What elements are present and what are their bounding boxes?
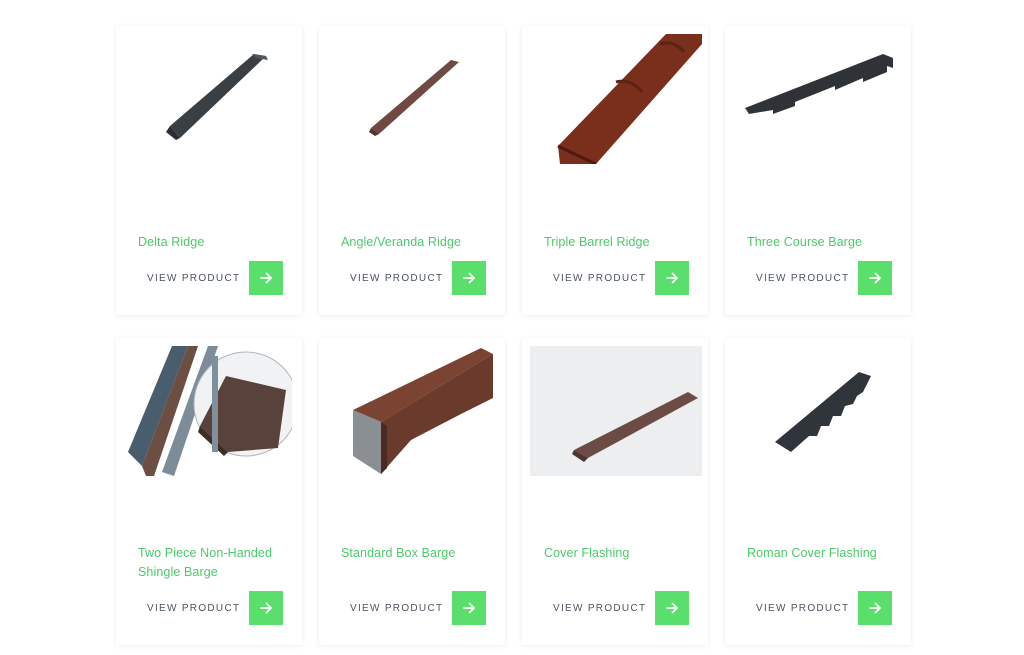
product-image[interactable] xyxy=(166,52,268,142)
view-product-link[interactable]: VIEW PRODUCT xyxy=(756,603,849,614)
product-card-roman-cover-flashing[interactable]: Roman Cover Flashing VIEW PRODUCT xyxy=(725,338,911,645)
product-card-standard-box-barge[interactable]: Standard Box Barge VIEW PRODUCT xyxy=(319,338,505,645)
view-product-button[interactable] xyxy=(858,261,892,295)
view-product-button[interactable] xyxy=(249,261,283,295)
product-name[interactable]: Triple Barrel Ridge xyxy=(544,233,692,252)
product-card-triple-barrel-ridge[interactable]: Triple Barrel Ridge VIEW PRODUCT xyxy=(522,26,708,315)
product-card-delta-ridge[interactable]: Delta Ridge VIEW PRODUCT xyxy=(116,26,302,315)
view-product-button[interactable] xyxy=(452,261,486,295)
view-product-link[interactable]: VIEW PRODUCT xyxy=(147,603,240,614)
product-name[interactable]: Standard Box Barge xyxy=(341,544,489,563)
view-product-link[interactable]: VIEW PRODUCT xyxy=(553,603,646,614)
view-product-link[interactable]: VIEW PRODUCT xyxy=(350,273,443,284)
arrow-right-icon xyxy=(463,602,475,614)
arrow-right-icon xyxy=(260,602,272,614)
product-name[interactable]: Roman Cover Flashing xyxy=(747,544,895,563)
product-name[interactable]: Two Piece Non-Handed Shingle Barge xyxy=(138,544,286,582)
product-image[interactable] xyxy=(556,34,702,164)
arrow-right-icon xyxy=(666,602,678,614)
arrow-right-icon xyxy=(260,272,272,284)
product-card-three-course-barge[interactable]: Three Course Barge VIEW PRODUCT xyxy=(725,26,911,315)
product-image[interactable] xyxy=(369,56,461,138)
product-image[interactable] xyxy=(128,344,292,476)
view-product-link[interactable]: VIEW PRODUCT xyxy=(756,273,849,284)
product-card-two-piece-shingle-barge[interactable]: Two Piece Non-Handed Shingle Barge VIEW … xyxy=(116,338,302,645)
product-image[interactable] xyxy=(743,52,893,116)
view-product-link[interactable]: VIEW PRODUCT xyxy=(147,273,240,284)
view-product-button[interactable] xyxy=(249,591,283,625)
arrow-right-icon xyxy=(869,272,881,284)
product-card-angle-veranda-ridge[interactable]: Angle/Veranda Ridge VIEW PRODUCT xyxy=(319,26,505,315)
product-name[interactable]: Three Course Barge xyxy=(747,233,895,252)
arrow-right-icon xyxy=(463,272,475,284)
view-product-link[interactable]: VIEW PRODUCT xyxy=(553,273,646,284)
arrow-right-icon xyxy=(869,602,881,614)
view-product-button[interactable] xyxy=(452,591,486,625)
arrow-right-icon xyxy=(666,272,678,284)
product-card-cover-flashing[interactable]: Cover Flashing VIEW PRODUCT xyxy=(522,338,708,645)
product-image[interactable] xyxy=(773,370,871,454)
view-product-link[interactable]: VIEW PRODUCT xyxy=(350,603,443,614)
view-product-button[interactable] xyxy=(655,591,689,625)
product-image[interactable] xyxy=(530,346,702,476)
product-name[interactable]: Angle/Veranda Ridge xyxy=(341,233,489,252)
product-image[interactable] xyxy=(351,346,493,474)
view-product-button[interactable] xyxy=(858,591,892,625)
product-name[interactable]: Cover Flashing xyxy=(544,544,692,563)
product-name[interactable]: Delta Ridge xyxy=(138,233,286,252)
view-product-button[interactable] xyxy=(655,261,689,295)
